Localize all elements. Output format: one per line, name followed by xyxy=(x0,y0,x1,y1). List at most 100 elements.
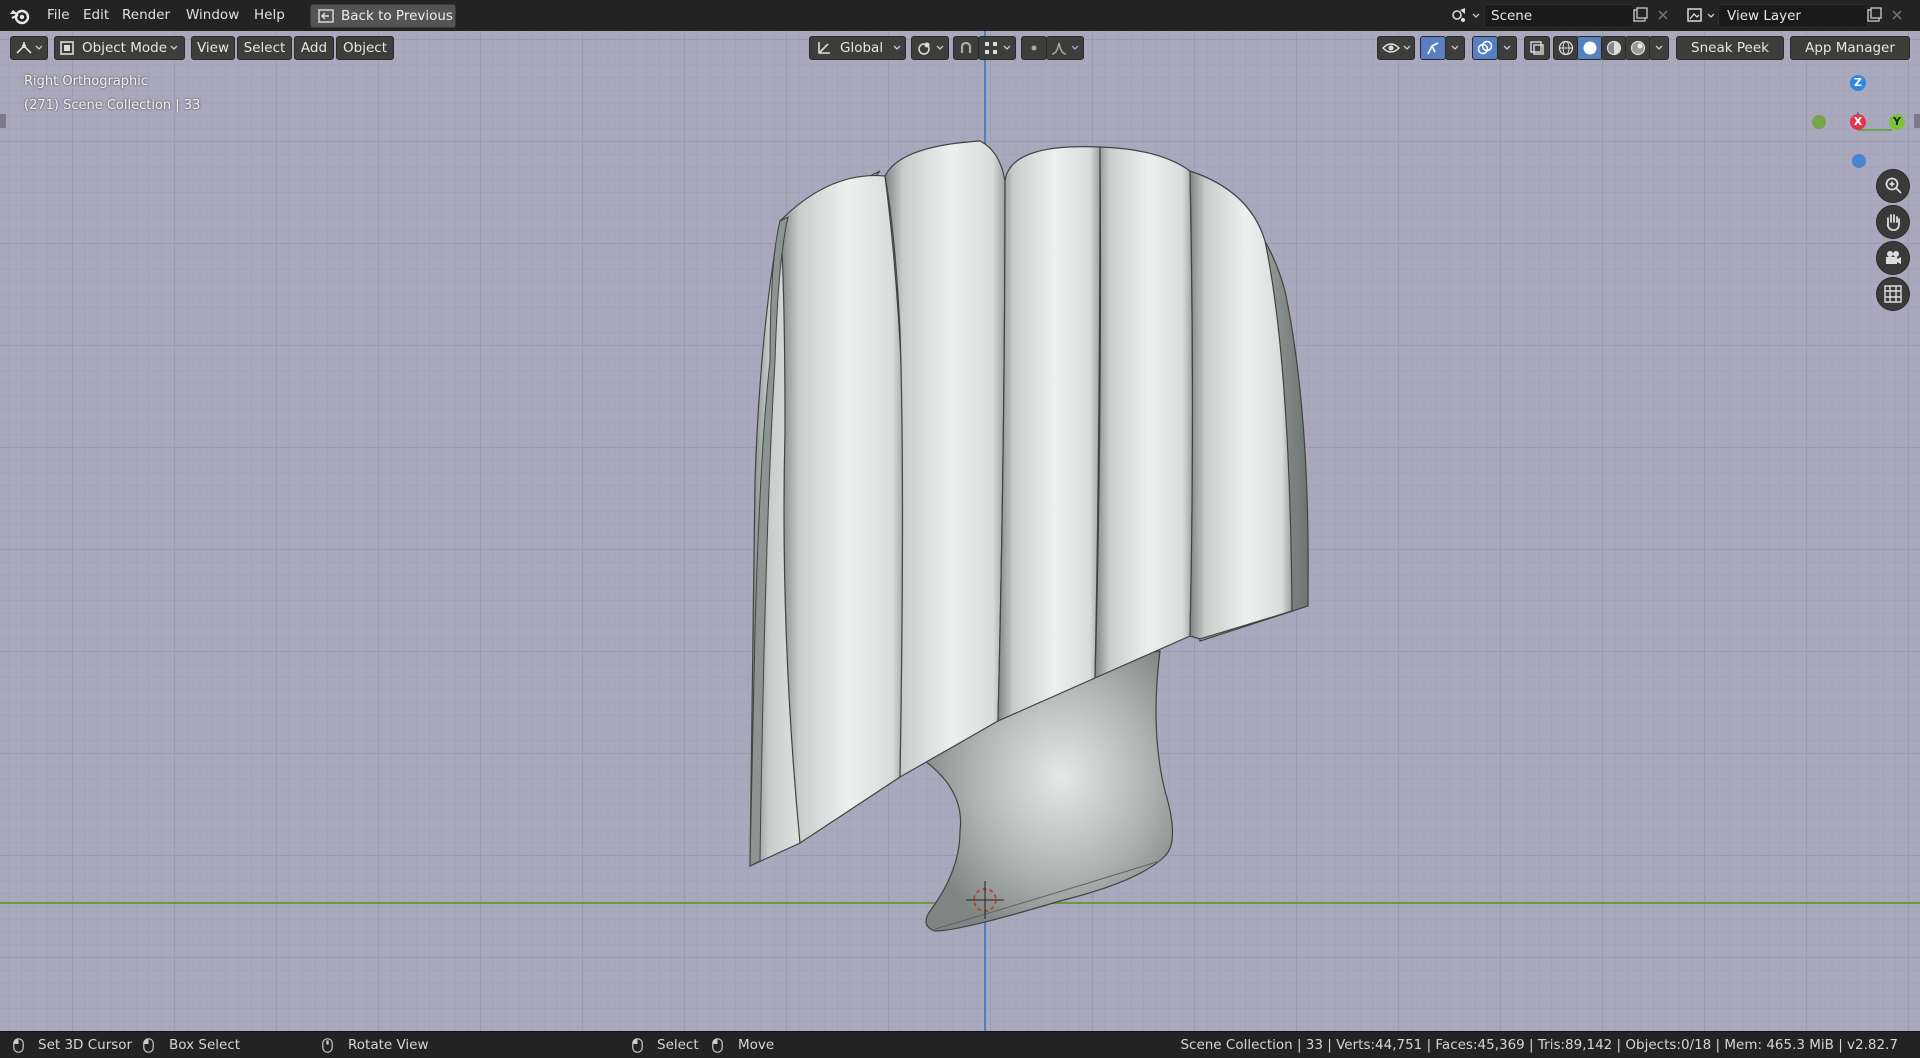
grid-view-icon xyxy=(1884,285,1902,303)
mouse-drag-icon xyxy=(143,1038,154,1053)
camera-view-button[interactable] xyxy=(1876,241,1910,275)
chevron-down-icon xyxy=(1451,45,1459,50)
menu-render[interactable]: Render xyxy=(118,5,174,25)
hint-box-select: Box Select xyxy=(169,1037,241,1053)
proportional-editing-toggle[interactable] xyxy=(1021,36,1047,60)
pan-button[interactable] xyxy=(1876,205,1910,239)
pan-hand-icon xyxy=(1886,214,1900,231)
hint-select: Select xyxy=(657,1037,699,1053)
new-scene-icon[interactable] xyxy=(1631,6,1649,24)
gizmo-neg-y-icon[interactable] xyxy=(1812,115,1826,129)
mouse-drag-icon xyxy=(712,1038,723,1053)
hair-head-model[interactable] xyxy=(0,31,1920,1031)
xray-toggle[interactable] xyxy=(1524,36,1550,60)
viewport-header: Object Mode View Select Add Object Globa… xyxy=(0,32,1920,62)
material-shading-button[interactable] xyxy=(1601,36,1627,60)
visibility-dropdown[interactable] xyxy=(1377,36,1415,60)
snap-target-dropdown[interactable] xyxy=(978,36,1016,60)
object-menu[interactable]: Object xyxy=(336,36,394,60)
chevron-down-icon xyxy=(1655,45,1663,50)
scene-statistics: Scene Collection | 33 | Verts:44,751 | F… xyxy=(1180,1037,1898,1053)
chevron-down-icon xyxy=(893,45,901,50)
view-menu[interactable]: View xyxy=(191,36,235,60)
rendered-shading-button[interactable] xyxy=(1625,36,1651,60)
solid-shading-icon xyxy=(1583,41,1597,55)
view-layer-value: View Layer xyxy=(1727,8,1801,24)
orientation-label: Global xyxy=(840,40,884,56)
camera-icon xyxy=(1886,251,1901,264)
view-layer-icon[interactable] xyxy=(1686,6,1704,24)
overlay-dropdown[interactable] xyxy=(1497,36,1517,60)
overlay-toggle[interactable] xyxy=(1472,36,1498,60)
hint-set-3d-cursor: Set 3D Cursor xyxy=(38,1037,133,1053)
menu-edit[interactable]: Edit xyxy=(79,5,113,25)
chevron-down-icon xyxy=(1403,45,1411,50)
gizmo-x-icon[interactable]: X xyxy=(1850,114,1866,130)
editor-type-icon xyxy=(16,42,32,54)
proportional-icon xyxy=(1031,45,1037,51)
gizmo-y-icon[interactable]: Y xyxy=(1889,114,1905,130)
overlay-icon xyxy=(1477,40,1493,55)
menu-file[interactable]: File xyxy=(43,5,74,25)
mouse-left-icon xyxy=(632,1038,643,1053)
falloff-curve-icon xyxy=(1051,42,1067,55)
view-layer-field[interactable]: View Layer xyxy=(1718,4,1868,28)
chevron-down-icon xyxy=(1503,45,1511,50)
status-bar: Set 3D Cursor Box Select Rotate View Sel… xyxy=(0,1031,1920,1058)
snap-magnet-icon xyxy=(960,41,972,53)
orientation-icon xyxy=(818,42,830,54)
gizmo-dropdown[interactable] xyxy=(1445,36,1465,60)
chevron-down-icon xyxy=(1071,45,1079,50)
scene-name-field[interactable]: Scene xyxy=(1484,4,1634,28)
solid-shading-button[interactable] xyxy=(1577,36,1603,60)
pivot-point-dropdown[interactable] xyxy=(911,36,949,60)
editor-type-button[interactable] xyxy=(10,36,48,60)
blender-logo-icon[interactable] xyxy=(9,6,31,26)
chevron-down-icon xyxy=(1707,13,1715,18)
snap-toggle[interactable] xyxy=(953,36,979,60)
chevron-down-icon xyxy=(170,45,178,50)
zoom-button[interactable] xyxy=(1876,169,1910,203)
object-mode-icon xyxy=(60,41,74,55)
wireframe-shading-button[interactable] xyxy=(1553,36,1579,60)
pivot-icon xyxy=(918,42,930,55)
menu-window[interactable]: Window xyxy=(182,5,243,25)
chevron-down-icon xyxy=(1003,45,1011,50)
3d-viewport[interactable]: Right Orthographic (271) Scene Collectio… xyxy=(0,31,1920,1031)
add-menu[interactable]: Add xyxy=(294,36,334,60)
close-icon[interactable] xyxy=(1654,6,1672,24)
new-view-layer-icon[interactable] xyxy=(1865,6,1883,24)
chevron-down-icon xyxy=(1472,13,1480,18)
mouse-left-icon xyxy=(13,1038,24,1053)
chevron-down-icon xyxy=(936,45,944,50)
back-to-previous-label: Back to Previous xyxy=(341,8,453,24)
zoom-icon xyxy=(1885,177,1902,194)
top-menubar: File Edit Render Window Help Back to Pre… xyxy=(0,0,1920,32)
scene-icon[interactable] xyxy=(1450,6,1468,24)
snap-icon xyxy=(985,42,997,54)
back-icon xyxy=(318,9,334,23)
chevron-down-icon xyxy=(35,45,43,50)
gizmo-neg-z-icon[interactable] xyxy=(1852,154,1866,168)
sneak-peek-button[interactable]: Sneak Peek xyxy=(1676,36,1784,60)
gizmo-z-icon[interactable]: Z xyxy=(1850,75,1866,91)
ortho-toggle-button[interactable] xyxy=(1876,277,1910,311)
menu-help[interactable]: Help xyxy=(250,5,289,25)
mode-label: Object Mode xyxy=(82,40,168,56)
material-shading-icon xyxy=(1606,40,1622,56)
app-manager-button[interactable]: App Manager xyxy=(1790,36,1910,60)
falloff-dropdown[interactable] xyxy=(1046,36,1084,60)
wireframe-shading-icon xyxy=(1558,40,1574,56)
close-icon[interactable] xyxy=(1888,6,1906,24)
hint-move: Move xyxy=(738,1037,775,1053)
shading-dropdown[interactable] xyxy=(1649,36,1669,60)
scene-name-value: Scene xyxy=(1491,8,1533,24)
xray-icon xyxy=(1530,41,1544,55)
gizmo-toggle[interactable] xyxy=(1420,36,1446,60)
mode-dropdown[interactable]: Object Mode xyxy=(54,36,185,60)
back-to-previous-button[interactable]: Back to Previous xyxy=(310,4,456,28)
select-menu[interactable]: Select xyxy=(237,36,292,60)
visibility-icon xyxy=(1382,43,1400,53)
hint-rotate-view: Rotate View xyxy=(348,1037,429,1053)
transform-orientation-dropdown[interactable]: Global xyxy=(809,36,906,60)
